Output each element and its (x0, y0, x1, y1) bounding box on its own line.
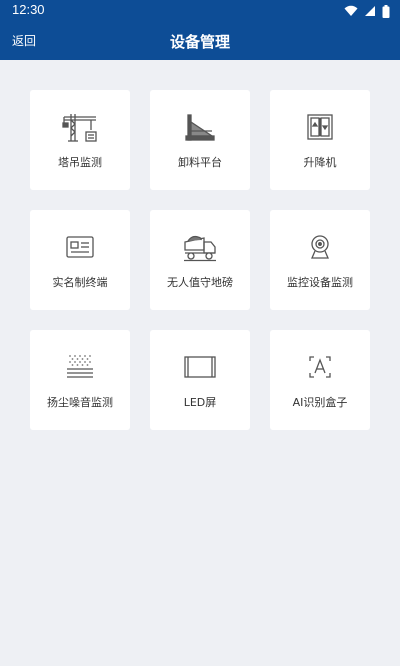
signal-icon (365, 6, 375, 16)
tile-id-card-terminal[interactable]: 实名制终端 (30, 210, 130, 310)
status-icons (344, 4, 390, 18)
tile-led-screen[interactable]: LED屏 (150, 330, 250, 430)
dump-truck-icon (182, 232, 218, 262)
tile-label: 无人值守地磅 (167, 276, 233, 289)
tile-elevator[interactable]: 升降机 (270, 90, 370, 190)
tile-dust-noise[interactable]: 扬尘噪音监测 (30, 330, 130, 430)
app-bar: 返回 设备管理 (0, 22, 400, 60)
tile-label: 扬尘噪音监测 (47, 396, 113, 409)
unloading-platform-icon (182, 112, 218, 142)
ai-recognition-icon (302, 352, 338, 382)
tile-weighbridge[interactable]: 无人值守地磅 (150, 210, 250, 310)
led-screen-icon (182, 352, 218, 382)
tile-tower-crane[interactable]: 塔吊监测 (30, 90, 130, 190)
battery-icon (382, 4, 390, 18)
tile-label: AI识别盒子 (292, 396, 348, 409)
tile-unloading-platform[interactable]: 卸料平台 (150, 90, 250, 190)
wifi-icon (344, 5, 358, 16)
tile-monitoring-device[interactable]: 监控设备监测 (270, 210, 370, 310)
tile-label: 卸料平台 (178, 156, 222, 169)
page-title: 设备管理 (169, 33, 230, 51)
tower-crane-icon (62, 112, 98, 142)
tile-label: 实名制终端 (52, 276, 108, 289)
tile-label: 监控设备监测 (287, 276, 353, 289)
id-card-terminal-icon (62, 232, 98, 262)
tile-label: 塔吊监测 (58, 156, 102, 169)
tile-label: 升降机 (303, 156, 337, 169)
webcam-icon (302, 232, 338, 262)
tile-label: LED屏 (183, 396, 217, 409)
elevator-icon (302, 112, 338, 142)
status-time: 12:30 (12, 2, 45, 17)
tile-ai-box[interactable]: AI识别盒子 (270, 330, 370, 430)
status-bar: 12:30 (0, 0, 400, 22)
dust-noise-icon (62, 352, 98, 382)
